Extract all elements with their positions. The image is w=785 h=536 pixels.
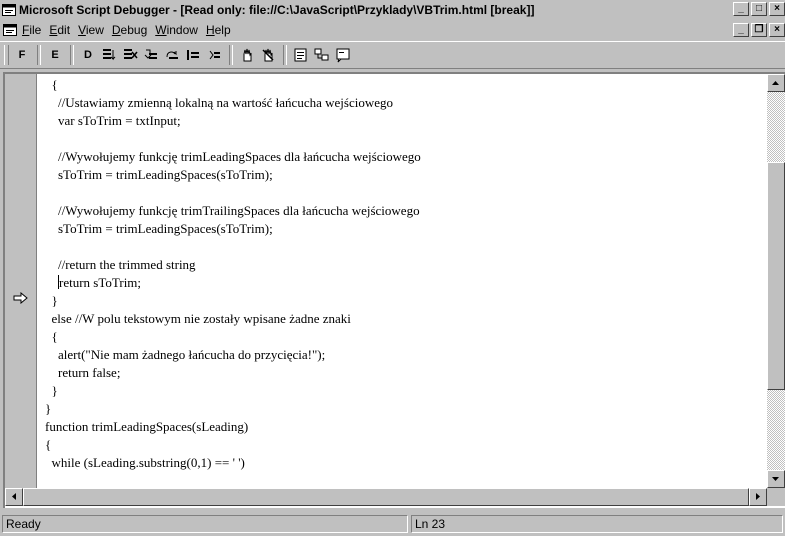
toolbar-e-button[interactable]: E: [45, 45, 65, 65]
code-line: }: [45, 383, 58, 398]
arrow-left-icon: [12, 493, 16, 500]
menu-help[interactable]: Help: [206, 23, 237, 37]
code-line: //return the trimmed string: [45, 257, 196, 272]
vertical-scrollbar[interactable]: [767, 74, 785, 488]
menu-window[interactable]: Window: [155, 23, 204, 37]
toolbar-separator: [229, 45, 233, 65]
toolbar: F E D: [0, 41, 785, 69]
scroll-left-button[interactable]: [5, 488, 23, 506]
menu-edit[interactable]: Edit: [49, 23, 76, 37]
running-documents-icon[interactable]: [312, 45, 332, 65]
code-line: return false;: [45, 365, 121, 380]
breakpoint-gutter[interactable]: [5, 74, 37, 488]
run-to-cursor-icon[interactable]: [204, 45, 224, 65]
document-window-controls: _ ❐ ×: [733, 23, 785, 37]
code-editor: { //Ustawiamy zmienną lokalną na wartość…: [3, 72, 785, 508]
code-line: }: [45, 293, 58, 308]
close-button[interactable]: ×: [769, 2, 785, 16]
toolbar-grip[interactable]: [4, 45, 9, 65]
code-line: {: [45, 77, 58, 92]
menu-bar: File Edit View Debug Window Help _ ❐ ×: [0, 20, 785, 40]
command-window-icon[interactable]: [333, 45, 353, 65]
code-line: alert("Nie mam żadnego łańcucha do przyc…: [45, 347, 326, 362]
stop-debugging-icon[interactable]: [120, 45, 140, 65]
toolbar-separator: [283, 45, 287, 65]
current-statement-arrow-icon: [13, 292, 28, 304]
arrow-down-icon: [772, 477, 779, 481]
code-line: var sToTrim = txtInput;: [45, 113, 181, 128]
code-line: while (sLeading.substring(0,1) == ' '): [45, 455, 245, 470]
window-title: Microsoft Script Debugger - [Read only: …: [19, 3, 535, 17]
code-line: {: [45, 329, 58, 344]
script-debugger-app-icon[interactable]: [2, 4, 16, 16]
step-over-icon[interactable]: [162, 45, 182, 65]
toolbar-d-button[interactable]: D: [78, 45, 98, 65]
code-line: sToTrim = trimLeadingSpaces(sToTrim);: [45, 167, 273, 182]
code-line: function trimLeadingSpaces(sLeading): [45, 419, 249, 434]
toolbar-f-button[interactable]: F: [12, 45, 32, 65]
menu-file[interactable]: File: [22, 23, 47, 37]
code-line: sToTrim = trimLeadingSpaces(sToTrim);: [45, 221, 273, 236]
arrow-up-icon: [772, 81, 779, 85]
run-icon[interactable]: [99, 45, 119, 65]
code-area[interactable]: { //Ustawiamy zmienną lokalną na wartość…: [45, 76, 767, 488]
code-line: //Wywołujemy funkcję trimTrailingSpaces …: [45, 203, 420, 218]
clear-breakpoints-icon[interactable]: [258, 45, 278, 65]
status-bar: Ready Ln 23: [0, 512, 785, 536]
toolbar-f-label: F: [18, 49, 26, 61]
current-code-line: return sToTrim;: [45, 274, 767, 292]
document-minimize-button[interactable]: _: [733, 23, 749, 37]
document-icon[interactable]: [3, 23, 17, 37]
scroll-up-button[interactable]: [767, 74, 785, 92]
horizontal-scrollbar[interactable]: [5, 488, 767, 506]
scroll-right-button[interactable]: [749, 488, 767, 506]
status-line-number: Ln 23: [411, 515, 783, 533]
code-line: {: [45, 437, 52, 452]
step-out-icon[interactable]: [183, 45, 203, 65]
scroll-down-button[interactable]: [767, 470, 785, 488]
scrollbar-corner: [767, 488, 785, 506]
title-bar: Microsoft Script Debugger - [Read only: …: [0, 0, 785, 20]
code-line: else //W polu tekstowym nie zostały wpis…: [45, 311, 351, 326]
toolbar-separator: [37, 45, 41, 65]
call-stack-icon[interactable]: [291, 45, 311, 65]
toolbar-separator: [70, 45, 74, 65]
code-line: //Ustawiamy zmienną lokalną na wartość ł…: [45, 95, 393, 110]
document-restore-button[interactable]: ❐: [751, 23, 767, 37]
toolbar-d-label: D: [84, 49, 92, 61]
step-into-icon[interactable]: [141, 45, 161, 65]
hand-breakpoint-icon[interactable]: [237, 45, 257, 65]
horizontal-scroll-thumb[interactable]: [23, 488, 749, 506]
code-line: //Wywołujemy funkcję trimLeadingSpaces d…: [45, 149, 421, 164]
arrow-right-icon: [756, 493, 760, 500]
document-close-button[interactable]: ×: [769, 23, 785, 37]
window-controls: _ □ ×: [733, 2, 785, 16]
status-text: Ready: [2, 515, 408, 533]
current-code-text: return sToTrim;: [59, 275, 142, 290]
menu-debug[interactable]: Debug: [112, 23, 153, 37]
menu-view[interactable]: View: [78, 23, 110, 37]
minimize-button[interactable]: _: [733, 2, 749, 16]
vertical-scroll-thumb[interactable]: [767, 162, 785, 390]
code-line: }: [45, 401, 52, 416]
maximize-button[interactable]: □: [751, 2, 767, 16]
toolbar-e-label: E: [51, 49, 59, 61]
